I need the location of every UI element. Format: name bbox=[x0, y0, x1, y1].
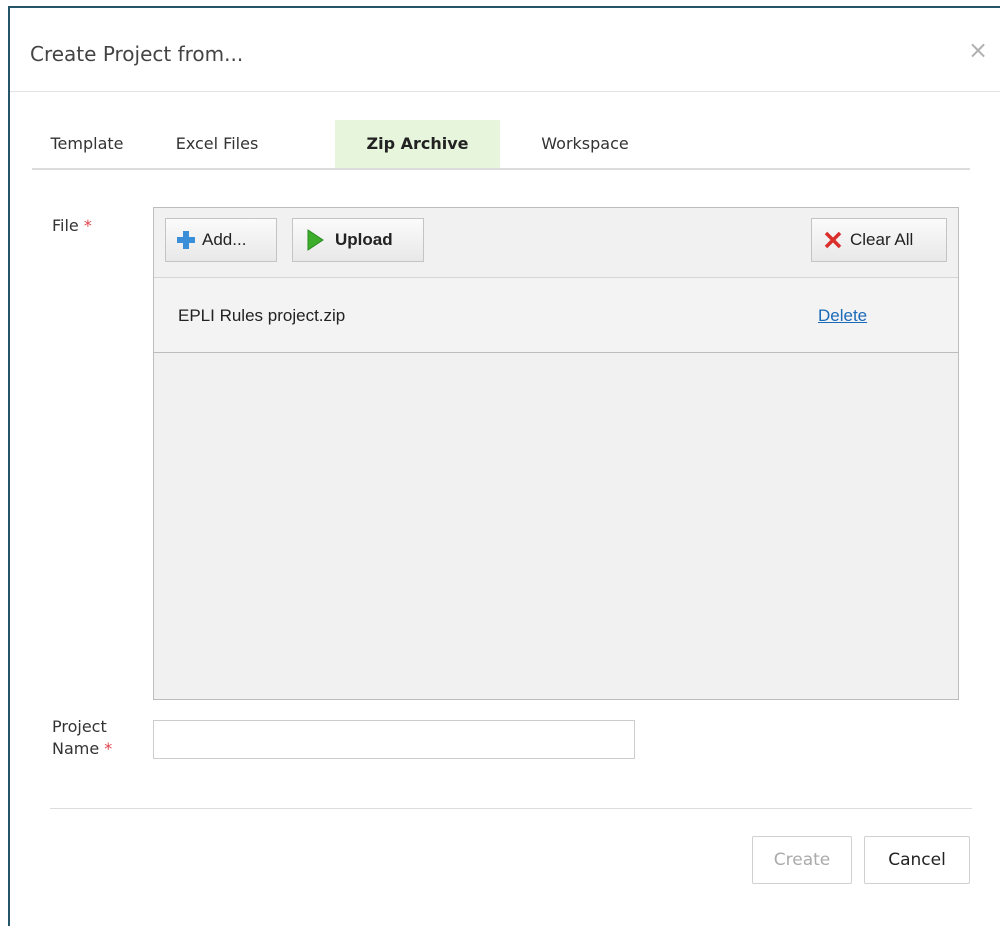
dialog-header: Create Project from... × bbox=[10, 8, 1000, 92]
close-icon[interactable]: × bbox=[968, 38, 988, 62]
add-button-label: Add... bbox=[202, 230, 247, 249]
tab-workspace[interactable]: Workspace bbox=[510, 120, 660, 168]
project-name-label-line1: Project bbox=[52, 717, 107, 736]
upload-button-label: Upload bbox=[335, 230, 393, 249]
cancel-button[interactable]: Cancel bbox=[864, 836, 970, 884]
file-required-mark: * bbox=[83, 216, 92, 235]
file-label: File * bbox=[52, 216, 92, 235]
tab-bar: Template Excel Files Zip Archive Workspa… bbox=[32, 120, 970, 170]
upload-toolbar: Add... Upload Clear All bbox=[154, 208, 958, 278]
tab-template[interactable]: Template bbox=[32, 120, 142, 168]
create-button[interactable]: Create bbox=[752, 836, 852, 884]
file-name: EPLI Rules project.zip bbox=[178, 306, 346, 325]
clear-all-button-label: Clear All bbox=[850, 230, 914, 249]
dialog-title: Create Project from... bbox=[30, 42, 244, 66]
project-name-label: Project Name * bbox=[52, 716, 112, 760]
project-name-label-line2: Name bbox=[52, 739, 100, 758]
delete-file-link[interactable]: Delete bbox=[818, 306, 867, 326]
file-list-empty-area bbox=[154, 353, 958, 699]
project-name-required-mark: * bbox=[104, 739, 113, 758]
project-name-input[interactable] bbox=[153, 720, 635, 759]
clear-all-button[interactable]: Clear All bbox=[811, 218, 947, 262]
plus-icon bbox=[177, 231, 195, 249]
x-icon bbox=[824, 231, 842, 249]
file-list-item: EPLI Rules project.zip Delete bbox=[154, 278, 958, 353]
tab-excel-files[interactable]: Excel Files bbox=[152, 120, 282, 168]
upload-button[interactable]: Upload bbox=[292, 218, 424, 262]
tab-zip-archive[interactable]: Zip Archive bbox=[335, 120, 500, 168]
add-button[interactable]: Add... bbox=[165, 218, 277, 262]
project-name-label-line2-wrap: Name * bbox=[52, 738, 112, 760]
create-project-dialog: Create Project from... × Template Excel … bbox=[8, 6, 1000, 926]
file-upload-panel: Add... Upload Clear All EPLI Rules proje… bbox=[153, 207, 959, 700]
file-label-text: File bbox=[52, 216, 79, 235]
footer-divider bbox=[50, 808, 972, 809]
play-arrow-icon bbox=[307, 229, 324, 251]
